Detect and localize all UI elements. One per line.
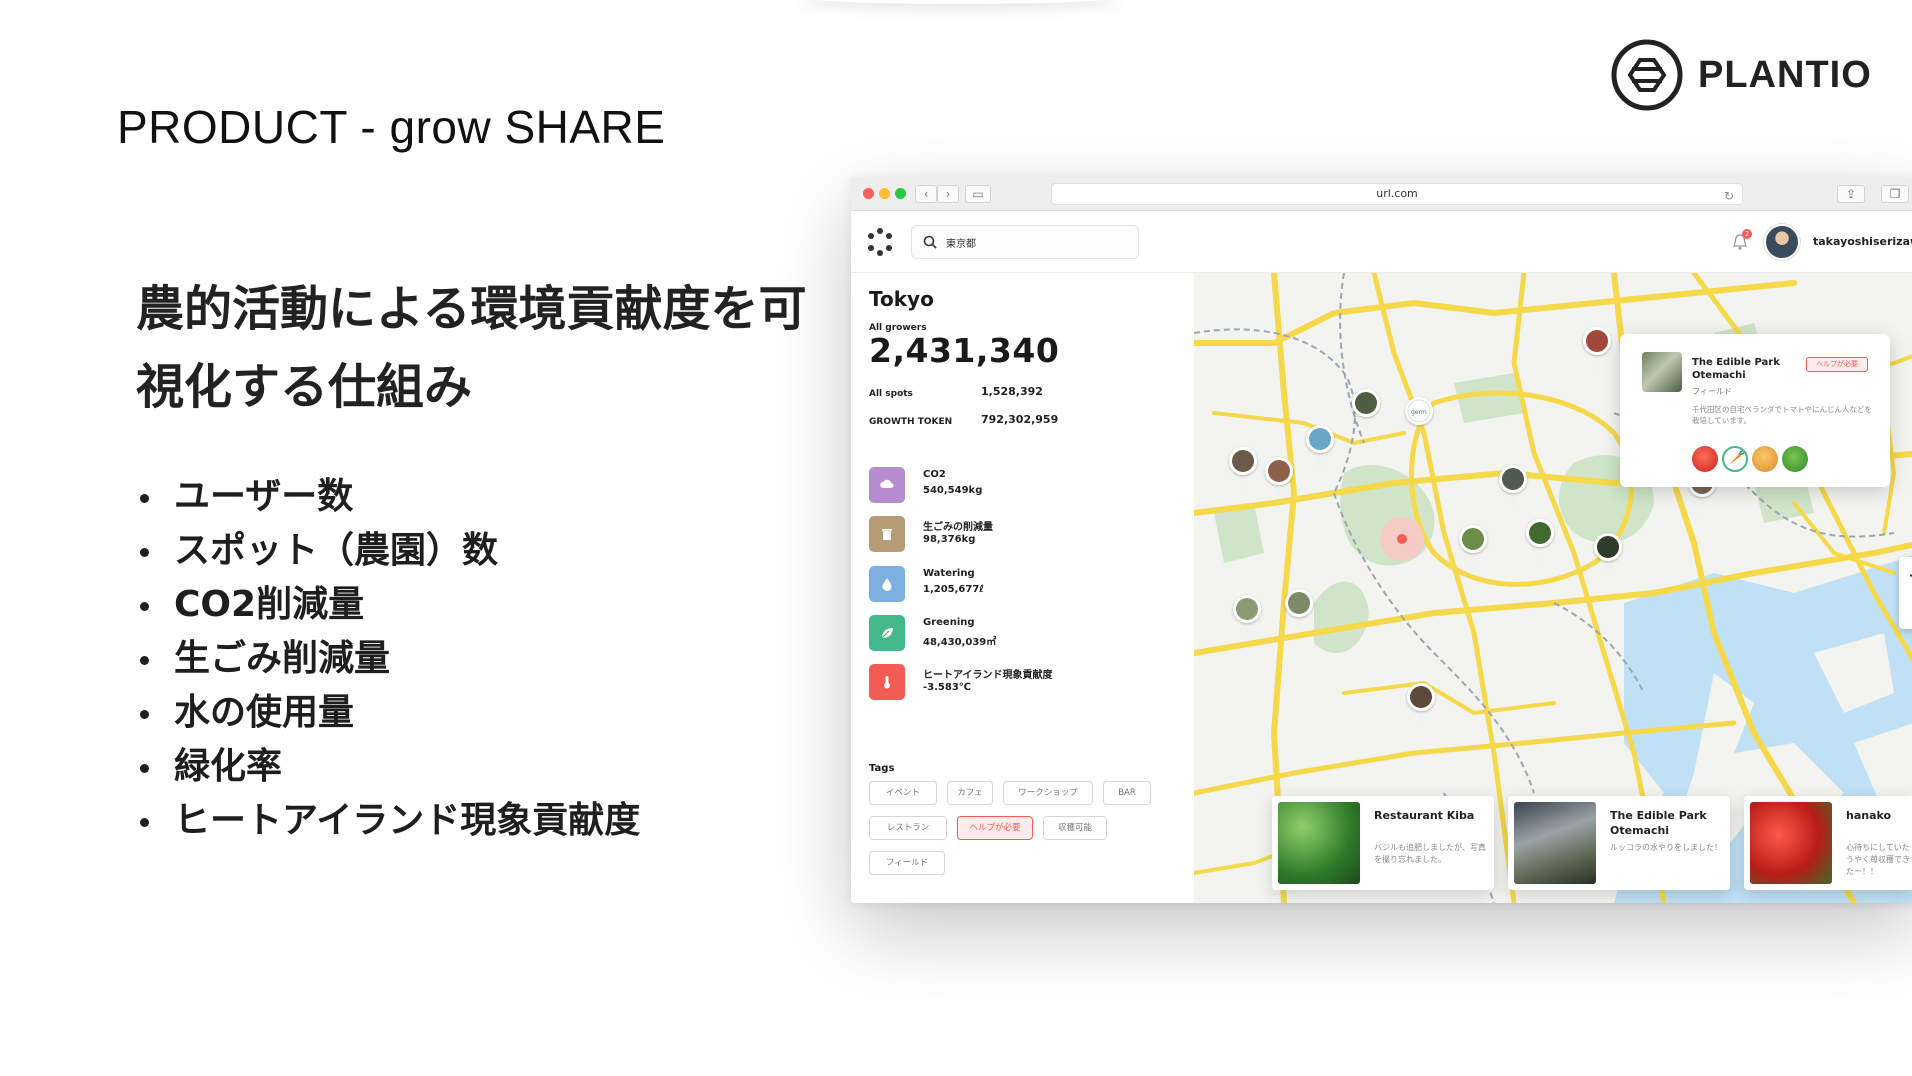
list-item: CO2削減量	[140, 578, 640, 632]
top-decoration	[800, 0, 1120, 4]
zoom-controls: + −	[1899, 557, 1912, 629]
browser-toolbar: ‹ › ▭ url.com ↻ ⇪ ❐	[851, 177, 1912, 211]
tags-title: Tags	[869, 763, 895, 774]
app-header: 東京都 2 takayoshiserizawa	[851, 211, 1912, 273]
username[interactable]: takayoshiserizawa	[1813, 235, 1912, 248]
post-image	[1514, 802, 1596, 884]
metric-co2: CO2 540,549kg	[869, 467, 1169, 507]
metric-value: 540,549kg	[923, 485, 983, 496]
brand: PLANTIO	[1610, 38, 1872, 112]
tag-field[interactable]: フィールド	[869, 851, 945, 875]
plantio-logo-icon	[1611, 39, 1683, 111]
tag-cafe[interactable]: カフェ	[947, 781, 993, 805]
avatar[interactable]	[1764, 224, 1800, 260]
maximize-window-button[interactable]	[895, 188, 906, 199]
spot-popup[interactable]: The Edible Park Otemachi ヘルプが必要 フィールド 千代…	[1620, 334, 1890, 487]
close-window-button[interactable]	[863, 188, 874, 199]
metric-food-waste: 生ごみの削減量 98,376kg	[869, 516, 1169, 556]
post-title: hanako	[1846, 809, 1892, 822]
list-item: ユーザー数	[140, 470, 640, 524]
post-description: バジルも追肥しましたが、写真を撮り忘れました。	[1374, 843, 1486, 864]
pumpkin-icon	[1752, 446, 1778, 472]
url-text: url.com	[1376, 187, 1418, 200]
list-item: 生ごみ削減量	[140, 632, 640, 686]
post-description: ルッコラの水やりをしました！	[1610, 843, 1722, 852]
share-icon[interactable]: ⇪	[1837, 185, 1865, 203]
tag-restaurant[interactable]: レストラン	[869, 816, 947, 840]
metric-watering: Watering 1,205,677ℓ	[869, 566, 1169, 606]
zoom-in-button[interactable]: +	[1908, 565, 1912, 586]
carrot-icon	[1722, 446, 1748, 472]
tag-workshop[interactable]: ワークショップ	[1003, 781, 1093, 805]
spot-thumbnail	[1642, 352, 1682, 392]
metric-name: CO2	[923, 469, 946, 480]
metric-name: ヒートアイランド現象貢献度	[923, 670, 1053, 681]
spot-title: The Edible Park Otemachi	[1692, 357, 1780, 381]
post-card[interactable]: The Edible Park Otemachi ルッコラの水やりをしました！	[1508, 796, 1730, 890]
post-card[interactable]: Restaurant Kiba バジルも追肥しましたが、写真を撮り忘れました。	[1272, 796, 1494, 890]
metric-name: Watering	[923, 568, 975, 579]
notification-badge: 2	[1742, 229, 1752, 239]
status-badge: ヘルプが必要	[1806, 357, 1868, 372]
thermometer-icon	[869, 664, 905, 700]
list-item: 水の使用量	[140, 686, 640, 740]
brand-name: PLANTIO	[1698, 53, 1872, 96]
sidebar-toggle-icon[interactable]: ▭	[965, 185, 991, 203]
tag-event[interactable]: イベント	[869, 781, 937, 805]
metric-heat-island: ヒートアイランド現象貢献度 -3.583℃	[869, 664, 1169, 704]
headline: 農的活動による環境貢献度を可視化する仕組み	[136, 281, 807, 415]
feature-list: ユーザー数 スポット（農園）数 CO2削減量 生ごみ削減量 水の使用量 緑化率 …	[140, 470, 640, 848]
list-item: スポット（農園）数	[140, 524, 640, 578]
tag-harvestable[interactable]: 収穫可能	[1043, 816, 1107, 840]
slide-title: PRODUCT - grow SHARE	[117, 101, 666, 153]
forward-icon[interactable]: ›	[937, 185, 959, 203]
all-spots-label: All spots	[869, 389, 913, 399]
post-image	[1750, 802, 1832, 884]
metric-value: 48,430,039㎡	[923, 637, 997, 648]
trash-icon	[869, 516, 905, 552]
post-title: Restaurant Kiba	[1374, 809, 1475, 822]
minimize-window-button[interactable]	[879, 188, 890, 199]
metric-name: 生ごみの削減量	[923, 522, 993, 533]
greens-icon	[1782, 446, 1808, 472]
reload-icon[interactable]: ↻	[1724, 186, 1734, 206]
city-title: Tokyo	[869, 287, 934, 311]
search-input[interactable]: 東京都	[911, 225, 1139, 259]
tabs-overview-icon[interactable]: ❐	[1881, 185, 1909, 203]
water-drop-icon	[869, 566, 905, 602]
list-item: ヒートアイランド現象貢献度	[140, 794, 640, 848]
growth-token-value: 792,302,959	[981, 413, 1059, 426]
app-logo-icon[interactable]	[865, 227, 895, 257]
list-item: 緑化率	[140, 740, 640, 794]
stats-panel: Tokyo All growers 2,431,340 All spots 1,…	[851, 273, 1194, 903]
post-description: 心待ちにしていたうやく苺収穫できたー！！	[1846, 843, 1910, 876]
metric-value: 98,376kg	[923, 534, 976, 545]
spot-category: フィールド	[1692, 387, 1732, 396]
cloud-icon	[869, 467, 905, 503]
growth-token-label: GROWTH TOKEN	[869, 417, 953, 427]
tomato-icon	[1692, 446, 1718, 472]
browser-window: ‹ › ▭ url.com ↻ ⇪ ❐ 東京都 2 takayoshiseriz…	[851, 177, 1912, 903]
tag-bar[interactable]: BAR	[1103, 781, 1151, 805]
all-spots-value: 1,528,392	[981, 385, 1043, 398]
address-bar[interactable]: url.com ↻	[1051, 183, 1743, 205]
search-query: 東京都	[946, 239, 976, 250]
metric-value: 1,205,677ℓ	[923, 584, 985, 595]
metric-greening: Greening 48,430,039㎡	[869, 615, 1169, 655]
back-icon[interactable]: ‹	[915, 185, 937, 203]
all-growers-value: 2,431,340	[869, 331, 1060, 370]
metric-value: -3.583℃	[923, 682, 971, 693]
search-icon	[923, 235, 937, 249]
post-title: The Edible Park Otemachi	[1610, 809, 1707, 837]
spot-description: 千代田区の自宅ベランダでトマトやにんじん人などを栽培しています。	[1692, 405, 1872, 425]
post-card[interactable]: hanako 心待ちにしていたうやく苺収穫できたー！！	[1744, 796, 1912, 890]
tag-help-needed[interactable]: ヘルプが必要	[957, 816, 1033, 840]
metric-name: Greening	[923, 617, 975, 628]
leaf-icon	[869, 615, 905, 651]
post-image	[1278, 802, 1360, 884]
